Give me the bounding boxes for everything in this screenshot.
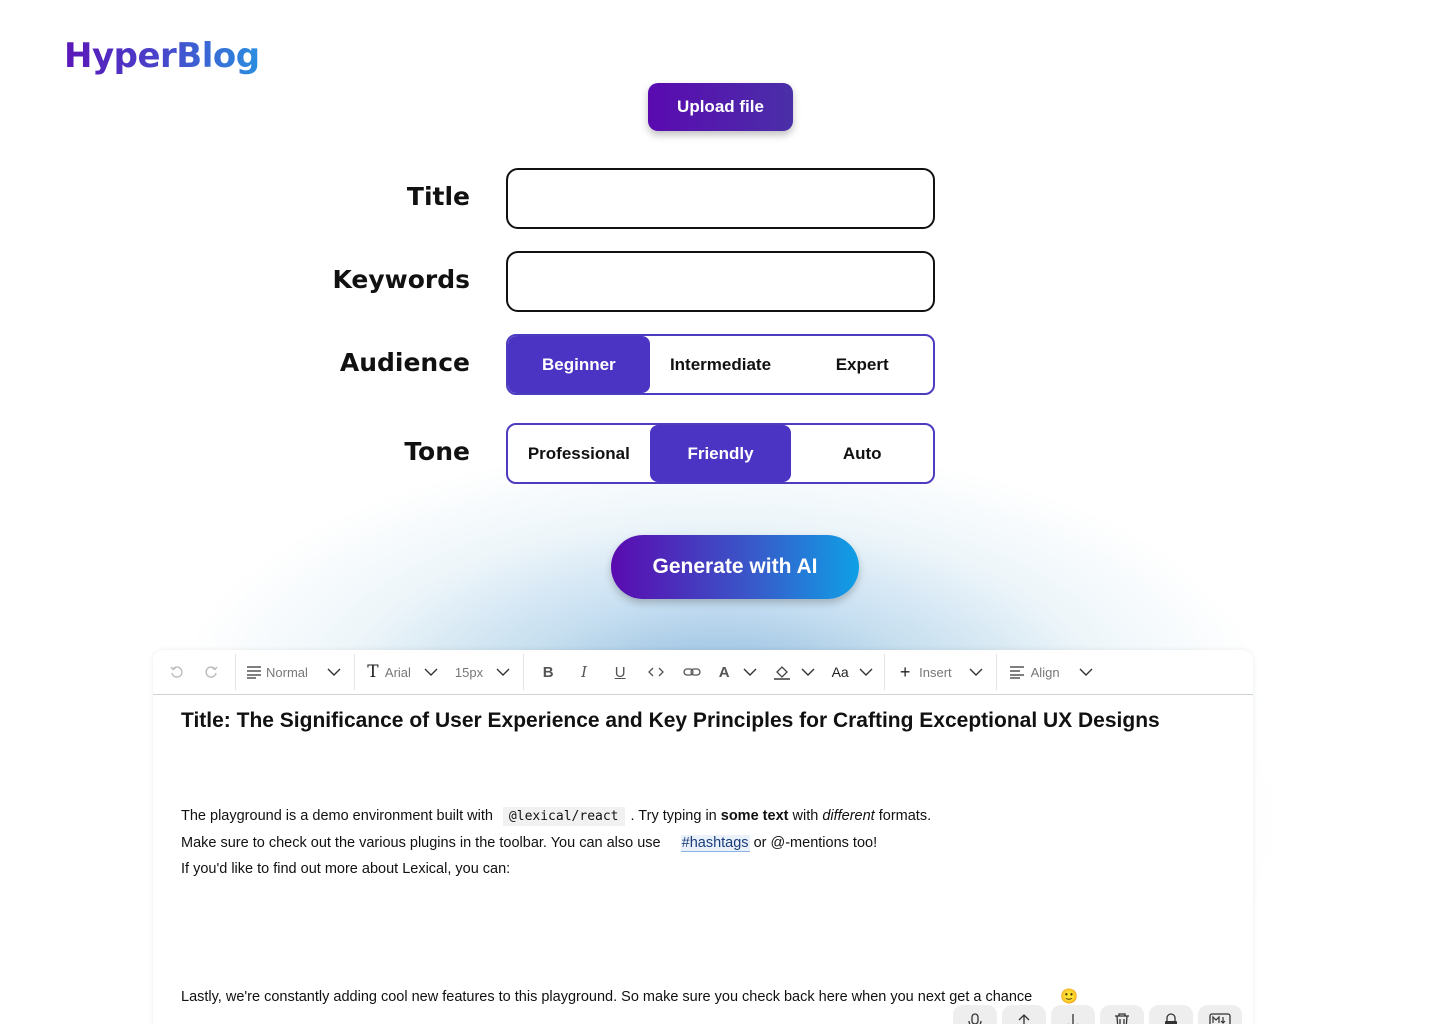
chevron-down-icon bbox=[489, 657, 517, 687]
insert-dropdown[interactable]: + Insert bbox=[891, 650, 990, 695]
chevron-down-icon bbox=[417, 657, 445, 687]
trash-icon[interactable] bbox=[1100, 1005, 1144, 1024]
toolbar-divider bbox=[884, 654, 886, 690]
lock-icon[interactable] bbox=[1149, 1005, 1193, 1024]
tone-label: Tone bbox=[404, 437, 470, 466]
title-input[interactable] bbox=[506, 168, 935, 229]
text-segment: The playground is a demo environment bui… bbox=[181, 808, 493, 824]
insert-label: Insert bbox=[919, 664, 952, 680]
text-segment: Make sure to check out the various plugi… bbox=[181, 835, 661, 851]
block-type-dropdown[interactable]: Normal bbox=[242, 650, 348, 695]
italic-icon[interactable]: I bbox=[566, 657, 602, 687]
text-segment: or @-mentions too! bbox=[749, 835, 878, 851]
bold-icon[interactable]: B bbox=[530, 657, 566, 687]
chevron-down-icon bbox=[962, 657, 990, 687]
title-label: Title bbox=[406, 182, 470, 211]
tone-option-auto[interactable]: Auto bbox=[791, 425, 933, 482]
chevron-down-icon bbox=[796, 657, 820, 687]
audience-selector: Beginner Intermediate Expert bbox=[506, 334, 935, 395]
font-family-label: Arial bbox=[384, 664, 411, 680]
tone-selector: Professional Friendly Auto bbox=[506, 423, 935, 484]
text-segment: formats. bbox=[874, 808, 932, 824]
paragraph-line-3: If you'd like to find out more about Lex… bbox=[181, 861, 511, 877]
font-color-icon: A bbox=[718, 663, 730, 681]
document-title: Title: The Significance of User Experien… bbox=[181, 709, 1160, 732]
bold-text: some text bbox=[720, 808, 789, 824]
text-segment: with bbox=[788, 808, 823, 824]
keywords-label: Keywords bbox=[332, 265, 470, 294]
bg-color-icon bbox=[768, 657, 796, 687]
editor-action-bar bbox=[953, 1005, 1242, 1024]
text-segment: . Try typing in bbox=[630, 808, 721, 824]
audience-option-beginner[interactable]: Beginner bbox=[508, 336, 650, 393]
emoji: 🙂 bbox=[1060, 989, 1079, 1005]
block-type-label: Normal bbox=[266, 664, 308, 680]
hashtag-chip[interactable]: #hashtags bbox=[680, 835, 750, 852]
italic-text: different bbox=[822, 808, 875, 824]
microphone-icon[interactable] bbox=[953, 1005, 997, 1024]
generate-with-ai-button[interactable]: Generate with AI bbox=[611, 535, 859, 599]
upload-file-button[interactable]: Upload file bbox=[648, 83, 793, 131]
toolbar-divider bbox=[995, 654, 997, 690]
toolbar-divider bbox=[235, 654, 236, 690]
editor-toolbar: Normal T Arial 15px B I U A Aa + Insert … bbox=[153, 650, 1253, 695]
paragraph-line-2: Make sure to check out the various plugi… bbox=[181, 830, 1225, 856]
text-case-dropdown[interactable]: Aa bbox=[826, 650, 878, 695]
import-icon[interactable] bbox=[1002, 1005, 1046, 1024]
inline-code: @lexical/react bbox=[502, 807, 625, 826]
tone-option-professional[interactable]: Professional bbox=[508, 425, 650, 482]
code-icon[interactable] bbox=[638, 657, 674, 687]
markdown-icon[interactable] bbox=[1198, 1005, 1242, 1024]
editor-content[interactable]: Title: The Significance of User Experien… bbox=[153, 695, 1253, 1010]
audience-option-intermediate[interactable]: Intermediate bbox=[650, 336, 792, 393]
font-color-dropdown[interactable]: A bbox=[710, 650, 762, 695]
font-family-dropdown[interactable]: T Arial bbox=[361, 650, 445, 695]
link-icon[interactable] bbox=[674, 657, 710, 687]
font-size-label: 15px bbox=[454, 664, 484, 680]
paragraph-line-1: The playground is a demo environment bui… bbox=[181, 803, 1225, 830]
chevron-down-icon bbox=[738, 657, 762, 687]
bg-color-dropdown[interactable] bbox=[768, 650, 820, 695]
toolbar-divider bbox=[523, 654, 525, 690]
plus-icon: + bbox=[899, 661, 911, 682]
keywords-input[interactable] bbox=[506, 251, 935, 312]
text-segment: Lastly, we're constantly adding cool new… bbox=[181, 989, 1033, 1005]
font-icon: T bbox=[367, 662, 379, 682]
app-logo[interactable]: HyperBlog bbox=[64, 36, 260, 76]
align-label: Align bbox=[1030, 664, 1060, 680]
tone-option-friendly[interactable]: Friendly bbox=[649, 425, 792, 482]
text-case-label: Aa bbox=[831, 664, 849, 680]
toolbar-divider bbox=[353, 654, 355, 690]
paragraph-icon bbox=[242, 657, 266, 687]
audience-label: Audience bbox=[339, 348, 470, 377]
redo-icon[interactable] bbox=[193, 657, 229, 687]
chevron-down-icon bbox=[320, 657, 348, 687]
chevron-down-icon bbox=[854, 657, 878, 687]
export-icon[interactable] bbox=[1051, 1005, 1095, 1024]
rich-text-editor: Normal T Arial 15px B I U A Aa + Insert … bbox=[153, 650, 1253, 1024]
align-dropdown[interactable]: Align bbox=[1003, 650, 1100, 695]
chevron-down-icon bbox=[1072, 657, 1100, 687]
font-size-dropdown[interactable]: 15px bbox=[455, 650, 517, 695]
undo-icon[interactable] bbox=[161, 657, 193, 687]
align-icon bbox=[1003, 657, 1031, 687]
underline-icon[interactable]: U bbox=[602, 657, 638, 687]
audience-option-expert[interactable]: Expert bbox=[791, 336, 933, 393]
